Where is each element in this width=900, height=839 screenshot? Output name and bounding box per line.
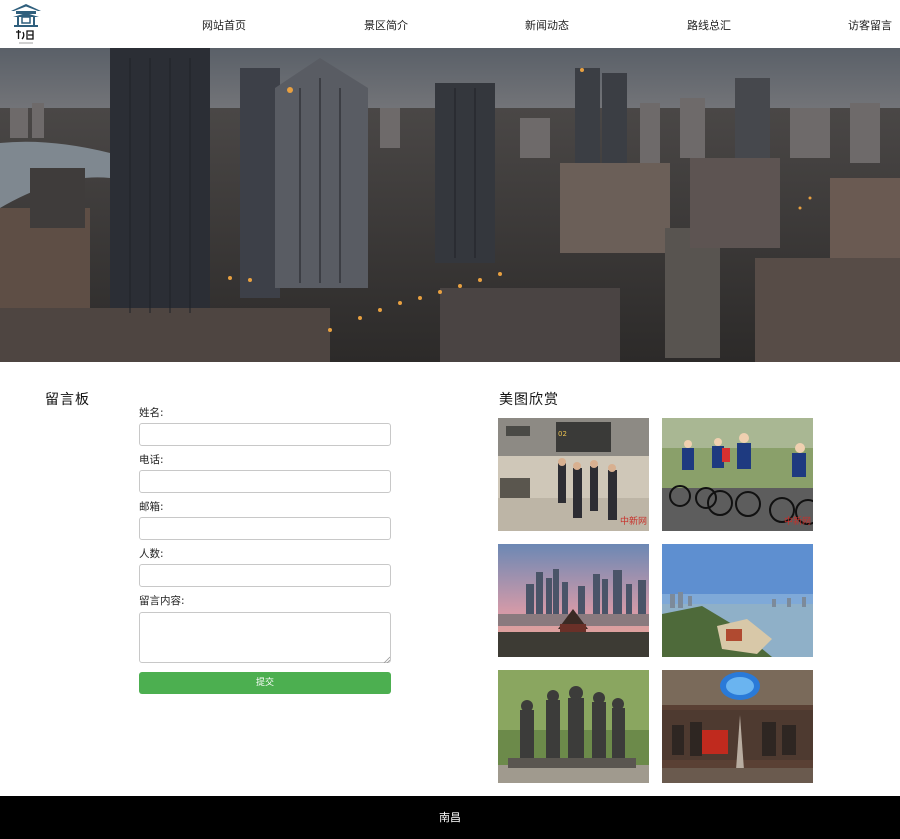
photo-watermark: 中新网 bbox=[784, 515, 811, 527]
svg-text:02: 02 bbox=[558, 430, 567, 438]
nav-guestbook[interactable]: 访客留言 bbox=[848, 17, 892, 33]
nav-news[interactable]: 新闻动态 bbox=[525, 17, 569, 33]
gallery-photo-station[interactable]: 02 中新网 bbox=[498, 418, 649, 531]
email-input[interactable] bbox=[139, 517, 391, 540]
nav-home[interactable]: 网站首页 bbox=[202, 17, 246, 33]
footer-text: 南昌 bbox=[439, 811, 461, 824]
gallery-photo-statue[interactable] bbox=[498, 670, 649, 783]
site-header: 网站首页 景区简介 新闻动态 路线总汇 访客留言 bbox=[0, 0, 900, 48]
gallery-title: 美图欣赏 bbox=[499, 392, 559, 408]
gallery-photo-river-aerial[interactable] bbox=[662, 544, 813, 657]
hero-banner-image bbox=[0, 48, 900, 362]
resize-grip-icon[interactable] bbox=[383, 656, 390, 663]
site-footer: 南昌 bbox=[0, 796, 900, 839]
message-label: 留言内容: bbox=[139, 595, 185, 607]
guestbook-title: 留言板 bbox=[45, 392, 90, 408]
party-size-label: 人数: bbox=[139, 548, 164, 560]
submit-button[interactable]: 提交 bbox=[139, 672, 391, 694]
gallery-photo-memorial-hall[interactable] bbox=[662, 670, 813, 783]
phone-label: 电话: bbox=[139, 454, 164, 466]
nav-routes[interactable]: 路线总汇 bbox=[687, 17, 731, 33]
party-size-input[interactable] bbox=[139, 564, 391, 587]
photo-watermark: 中新网 bbox=[620, 515, 647, 527]
name-label: 姓名: bbox=[139, 407, 164, 419]
message-textarea[interactable] bbox=[139, 612, 391, 663]
nanchang-logo-icon[interactable] bbox=[10, 2, 42, 46]
nav-scenic-intro[interactable]: 景区简介 bbox=[364, 17, 408, 33]
email-label: 邮箱: bbox=[139, 501, 164, 513]
phone-input[interactable] bbox=[139, 470, 391, 493]
gallery-photo-skyline-sunset[interactable] bbox=[498, 544, 649, 657]
name-input[interactable] bbox=[139, 423, 391, 446]
gallery-photo-cycling[interactable]: 中新网 bbox=[662, 418, 813, 531]
